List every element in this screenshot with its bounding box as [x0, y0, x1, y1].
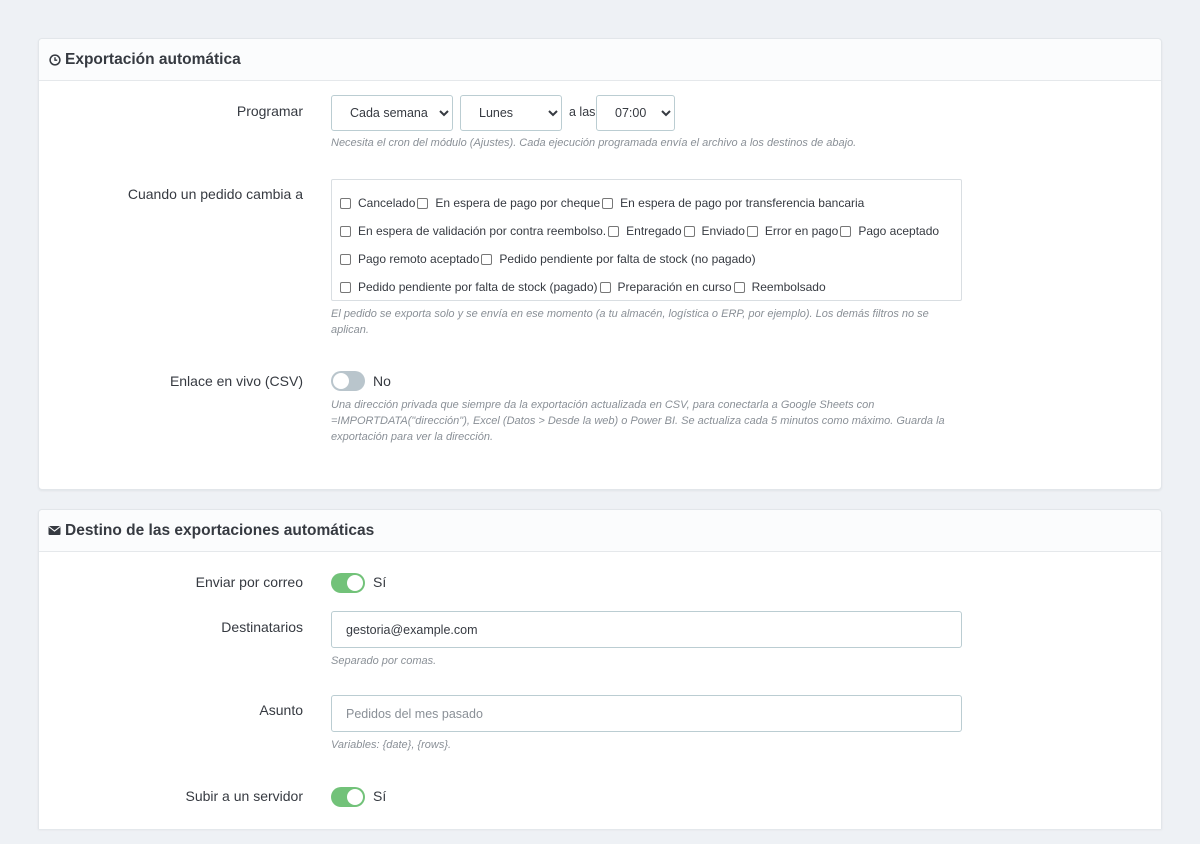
- checkbox-line: Cancelado En espera de pago por cheque E…: [340, 193, 864, 213]
- status-checkbox-group: Cancelado En espera de pago por cheque E…: [331, 179, 962, 301]
- server-state: Sí: [373, 788, 387, 804]
- email-state: Sí: [373, 574, 387, 590]
- envelope-icon: [48, 524, 61, 537]
- frequency-select[interactable]: Cada semana: [331, 95, 453, 131]
- checkbox-icon[interactable]: [340, 225, 351, 237]
- checkbox-icon[interactable]: [599, 281, 611, 293]
- checkbox-pago-aceptado[interactable]: Pago aceptado: [840, 224, 939, 238]
- checkbox-preparacion[interactable]: Preparación en curso: [599, 280, 732, 294]
- live-link-help: Una dirección privada que siempre da la …: [331, 399, 945, 443]
- live-link-label: Enlace en vivo (CSV): [169, 373, 303, 389]
- checkbox-line: Pedido pendiente por falta de stock (pag…: [340, 277, 826, 297]
- checkbox-icon[interactable]: [608, 225, 620, 237]
- recipients-help: Separado por comas.: [331, 655, 437, 667]
- toggle-knob: [347, 575, 363, 591]
- auto-export-heading: Exportación automática: [39, 39, 1161, 81]
- toggle-knob: [333, 373, 349, 389]
- subject-input[interactable]: [331, 695, 962, 732]
- checkbox-espera-cheque[interactable]: En espera de pago por cheque: [417, 196, 600, 210]
- checkbox-pago-remoto[interactable]: Pago remoto aceptado: [340, 252, 479, 266]
- checkbox-icon[interactable]: [340, 281, 351, 293]
- subject-label: Asunto: [259, 702, 303, 718]
- checkbox-icon[interactable]: [840, 225, 852, 237]
- destinations-panel: Destino de las exportaciones automáticas…: [38, 509, 1162, 829]
- schedule-help: Necesita el cron del módulo (Ajustes). C…: [331, 137, 857, 149]
- checkbox-espera-transferencia[interactable]: En espera de pago por transferencia banc…: [602, 196, 864, 210]
- checkbox-contra-reembolso[interactable]: En espera de validación por contra reemb…: [340, 224, 606, 238]
- checkbox-icon[interactable]: [733, 281, 745, 293]
- checkbox-error-pago[interactable]: Error en pago: [746, 224, 838, 238]
- checkbox-cancelado[interactable]: Cancelado: [340, 196, 415, 210]
- schedule-label: Programar: [236, 103, 303, 119]
- checkbox-line: Pago remoto aceptado Pedido pendiente po…: [340, 249, 756, 269]
- at-label: a las: [569, 105, 596, 119]
- destinations-heading: Destino de las exportaciones automáticas: [39, 510, 1161, 552]
- checkbox-icon[interactable]: [683, 225, 695, 237]
- checkbox-line: En espera de validación por contra reemb…: [340, 221, 939, 241]
- recipients-input[interactable]: [331, 611, 962, 648]
- clock-icon: [48, 53, 61, 66]
- toggle-knob: [347, 789, 363, 805]
- subject-help: Variables: {date}, {rows}.: [331, 739, 452, 751]
- destinations-title: Destino de las exportaciones automáticas: [65, 521, 375, 539]
- checkbox-pendiente-pagado[interactable]: Pedido pendiente por falta de stock (pag…: [340, 280, 598, 294]
- server-label: Subir a un servidor: [185, 788, 303, 804]
- checkbox-reembolsado[interactable]: Reembolsado: [733, 280, 826, 294]
- live-link-toggle[interactable]: [331, 371, 365, 391]
- auto-export-title: Exportación automática: [65, 50, 241, 68]
- checkbox-icon[interactable]: [481, 253, 493, 265]
- live-link-state: No: [373, 373, 391, 389]
- checkbox-icon[interactable]: [340, 253, 351, 265]
- checkbox-entregado[interactable]: Entregado: [608, 224, 682, 238]
- status-change-help: El pedido se exporta solo y se envía en …: [331, 308, 929, 336]
- checkbox-icon[interactable]: [340, 197, 351, 209]
- checkbox-icon[interactable]: [746, 225, 758, 237]
- server-toggle[interactable]: [331, 787, 365, 807]
- status-change-label: Cuando un pedido cambia a: [127, 186, 303, 202]
- checkbox-icon[interactable]: [602, 197, 614, 209]
- day-select[interactable]: Lunes: [460, 95, 562, 131]
- auto-export-panel: Exportación automática Programar Cada se…: [38, 38, 1162, 490]
- checkbox-enviado[interactable]: Enviado: [683, 224, 745, 238]
- recipients-label: Destinatarios: [221, 619, 303, 635]
- time-select[interactable]: 07:00: [596, 95, 675, 131]
- email-toggle[interactable]: [331, 573, 365, 593]
- checkbox-icon[interactable]: [417, 197, 429, 209]
- checkbox-pendiente-no-pagado[interactable]: Pedido pendiente por falta de stock (no …: [481, 252, 756, 266]
- email-label: Enviar por correo: [195, 574, 303, 590]
